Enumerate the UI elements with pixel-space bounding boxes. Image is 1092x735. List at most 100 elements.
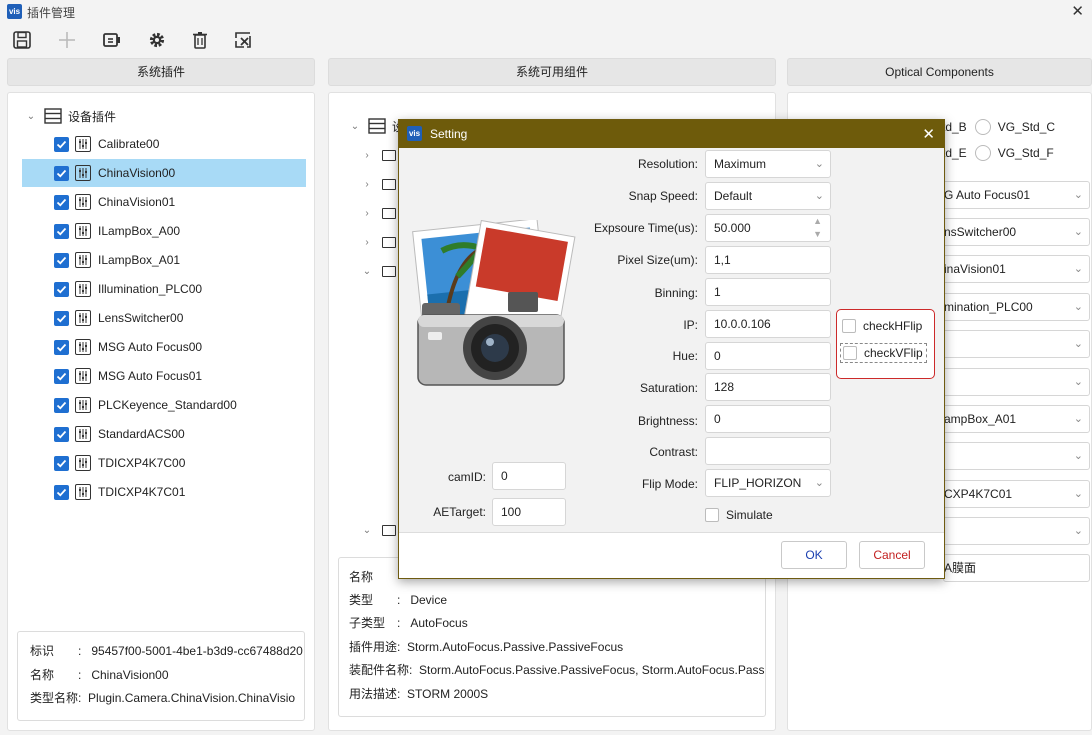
- ok-button[interactable]: OK: [781, 541, 847, 569]
- component-select[interactable]: mination_PLC00 ⌄: [935, 293, 1090, 321]
- middle-tree-root[interactable]: ⌄ 设: [348, 116, 404, 136]
- middle-tree-folder[interactable]: ›: [360, 174, 396, 194]
- camid-input[interactable]: 0: [492, 462, 566, 490]
- dialog-title: Setting: [430, 127, 468, 141]
- middle-tree-folder[interactable]: ⌄: [360, 261, 396, 281]
- tree-item[interactable]: PLCKeyence_Standard00: [22, 391, 306, 419]
- resolution-select[interactable]: Maximum ⌄: [705, 150, 831, 178]
- tree-item[interactable]: ChinaVision01: [22, 188, 306, 216]
- checkbox-checked-icon[interactable]: [54, 455, 69, 471]
- snap-speed-select[interactable]: Default ⌄: [705, 182, 831, 210]
- checkbox-checked-icon[interactable]: [54, 368, 69, 384]
- tree-item-label: Illumination_PLC00: [98, 282, 203, 296]
- left-column-header[interactable]: 系统插件: [7, 58, 315, 86]
- checkbox-checked-icon[interactable]: [54, 136, 69, 152]
- middle-tree-folder[interactable]: ›: [360, 203, 396, 223]
- chevron-down-icon: ⌄: [1073, 450, 1083, 462]
- hue-input[interactable]: 0: [705, 342, 831, 370]
- checkbox-icon[interactable]: [705, 508, 719, 522]
- radio-option[interactable]: td_E VG_Std_F: [942, 145, 1054, 161]
- tree-root-device-plugins[interactable]: ⌄ 设备插件: [24, 106, 116, 126]
- binning-input[interactable]: 1: [705, 278, 831, 306]
- chevron-right-icon[interactable]: ›: [360, 208, 374, 219]
- checkbox-checked-icon[interactable]: [54, 426, 69, 442]
- middle-tree-folder[interactable]: ›: [360, 145, 396, 165]
- component-select[interactable]: ⌄: [935, 517, 1090, 545]
- tree-item[interactable]: ILampBox_A01: [22, 246, 306, 274]
- chevron-right-icon[interactable]: ›: [360, 237, 374, 248]
- component-select[interactable]: ⌄: [935, 330, 1090, 358]
- settings-button[interactable]: [145, 28, 169, 52]
- device-button[interactable]: [100, 28, 124, 52]
- checkbox-icon[interactable]: [842, 319, 856, 333]
- check-hflip-checkbox[interactable]: checkHFlip: [842, 319, 922, 333]
- component-select[interactable]: ampBox_A01 ⌄: [935, 405, 1090, 433]
- contrast-input[interactable]: [705, 437, 831, 465]
- component-select-value: nsSwitcher00: [944, 225, 1017, 239]
- tree-item[interactable]: Calibrate00: [22, 130, 306, 158]
- component-select[interactable]: ⌄: [935, 368, 1090, 396]
- component-select[interactable]: ⌄: [935, 442, 1090, 470]
- middle-tree-folder[interactable]: ›: [360, 232, 396, 252]
- checkbox-checked-icon[interactable]: [54, 223, 69, 239]
- tree-item[interactable]: StandardACS00: [22, 420, 306, 448]
- dialog-close-icon[interactable]: ✕: [922, 125, 935, 143]
- window-close-icon[interactable]: ✕: [1071, 2, 1084, 20]
- right-column-header[interactable]: Optical Components: [787, 58, 1092, 86]
- tree-item[interactable]: TDICXP4K7C01: [22, 478, 306, 506]
- saturation-input[interactable]: 128: [705, 373, 831, 401]
- component-select[interactable]: CXP4K7C01 ⌄: [935, 480, 1090, 508]
- pixel-size-input[interactable]: 1,1: [705, 246, 831, 274]
- chevron-down-icon[interactable]: ⌄: [360, 525, 374, 536]
- chevron-right-icon[interactable]: ›: [360, 179, 374, 190]
- radio-button-icon[interactable]: [974, 145, 991, 161]
- chevron-down-icon[interactable]: ⌄: [360, 266, 374, 277]
- window-title: 插件管理: [27, 6, 76, 20]
- chevron-down-icon[interactable]: ⌄: [24, 111, 38, 122]
- tree-item[interactable]: Illumination_PLC00: [22, 275, 306, 303]
- checkbox-checked-icon[interactable]: [54, 339, 69, 355]
- checkbox-checked-icon[interactable]: [54, 484, 69, 500]
- checkbox-checked-icon[interactable]: [54, 165, 69, 181]
- radio-option[interactable]: td_B VG_Std_C: [942, 119, 1055, 135]
- checkbox-icon[interactable]: [843, 346, 857, 360]
- checkbox-checked-icon[interactable]: [54, 397, 69, 413]
- camera-photo-icon: [412, 220, 576, 386]
- checkbox-checked-icon[interactable]: [54, 252, 69, 268]
- tree-item[interactable]: LensSwitcher00: [22, 304, 306, 332]
- check-vflip-checkbox[interactable]: checkVFlip: [840, 343, 927, 363]
- chevron-right-icon[interactable]: ›: [360, 150, 374, 161]
- brightness-input[interactable]: 0: [705, 405, 831, 433]
- spin-arrows-icon[interactable]: ▲ ▼: [813, 215, 822, 241]
- checkbox-checked-icon[interactable]: [54, 310, 69, 326]
- tree-item[interactable]: ILampBox_A00: [22, 217, 306, 245]
- tree-item[interactable]: TDICXP4K7C00: [22, 449, 306, 477]
- component-select[interactable]: nsSwitcher00 ⌄: [935, 218, 1090, 246]
- exposure-spinbox[interactable]: 50.000 ▲ ▼: [705, 214, 831, 242]
- tree-item-label: ILampBox_A00: [98, 224, 181, 238]
- delete-button[interactable]: [188, 28, 212, 52]
- middle-column-header[interactable]: 系统可用组件: [328, 58, 776, 86]
- component-select[interactable]: G Auto Focus01 ⌄: [935, 181, 1090, 209]
- save-button[interactable]: [10, 28, 34, 52]
- radio-button-icon[interactable]: [974, 119, 991, 135]
- tree-item[interactable]: MSG Auto Focus01: [22, 362, 306, 390]
- component-select[interactable]: inaVision01 ⌄: [935, 255, 1090, 283]
- chevron-down-icon[interactable]: ⌄: [348, 121, 362, 132]
- middle-tree-folder[interactable]: ⌄: [360, 520, 396, 540]
- aetarget-input[interactable]: 100: [492, 498, 566, 526]
- saturation-label: Saturation:: [639, 381, 698, 395]
- add-button[interactable]: [55, 28, 79, 52]
- checkbox-checked-icon[interactable]: [54, 194, 69, 210]
- ip-input[interactable]: 10.0.0.106: [705, 310, 831, 338]
- cancel-button[interactable]: Cancel: [859, 541, 925, 569]
- clear-icon: [235, 32, 251, 48]
- tree-item[interactable]: MSG Auto Focus00: [22, 333, 306, 361]
- clear-button[interactable]: [231, 28, 255, 52]
- flip-mode-select[interactable]: FLIP_HORIZON ⌄: [705, 469, 831, 497]
- simulate-checkbox[interactable]: Simulate: [705, 508, 773, 522]
- checkbox-checked-icon[interactable]: [54, 281, 69, 297]
- ip-label: IP:: [683, 318, 698, 332]
- right-bottom-field[interactable]: A膜面: [943, 554, 1090, 582]
- tree-item[interactable]: ChinaVision00: [22, 159, 306, 187]
